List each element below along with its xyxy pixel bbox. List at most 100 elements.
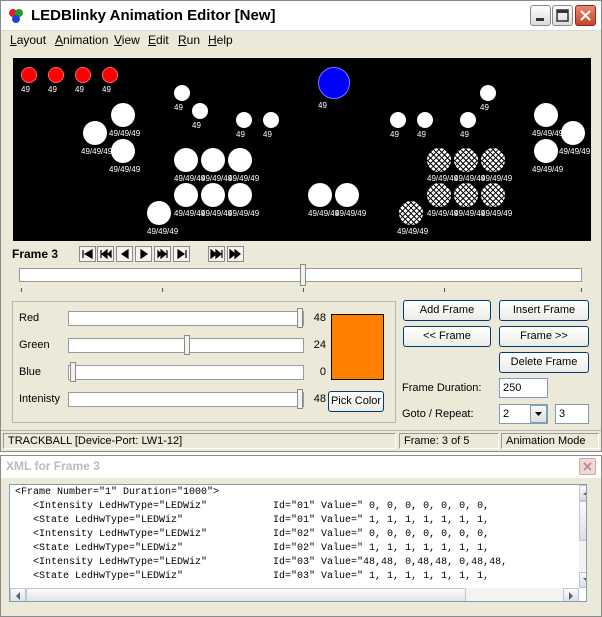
led-unassigned[interactable] (481, 183, 505, 207)
led-white[interactable] (147, 201, 171, 225)
scroll-right-button[interactable] (563, 588, 579, 601)
led-unassigned[interactable] (454, 148, 478, 172)
led-red[interactable] (21, 67, 37, 83)
menu-accelerator: V (114, 33, 122, 47)
timeline-tick (581, 288, 582, 292)
led-white[interactable] (480, 85, 496, 101)
led-white[interactable] (174, 183, 198, 207)
led-layout-canvas[interactable]: 49 49 49 49 49 49 49 49 49 49/49/49 49/49/49 49/49/… (13, 58, 591, 241)
led-white[interactable] (111, 103, 135, 127)
led-label: 49 (192, 121, 201, 130)
led-white[interactable] (228, 183, 252, 207)
intensity-slider[interactable] (68, 392, 304, 407)
green-slider-thumb[interactable] (184, 335, 190, 355)
led-unassigned[interactable] (427, 183, 451, 207)
led-unassigned[interactable] (481, 148, 505, 172)
blue-slider[interactable] (68, 365, 304, 380)
title-bar[interactable]: LEDBlinky Animation Editor [New] (1, 1, 601, 31)
horizontal-scroll-thumb[interactable] (26, 588, 466, 601)
led-blue[interactable] (318, 67, 350, 99)
led-white[interactable] (263, 112, 279, 128)
insert-frame-button[interactable]: Insert Frame (499, 300, 589, 321)
intensity-slider-thumb[interactable] (297, 389, 303, 409)
led-white[interactable] (201, 183, 225, 207)
led-white[interactable] (83, 121, 107, 145)
next-frame-button[interactable]: Frame >> (499, 326, 589, 347)
led-white[interactable] (174, 148, 198, 172)
led-white[interactable] (201, 148, 225, 172)
menu-help[interactable]: Help (208, 33, 233, 47)
led-label: 49/49/49 (335, 209, 367, 218)
maximize-button[interactable] (552, 5, 573, 26)
led-white[interactable] (174, 85, 190, 101)
led-white[interactable] (390, 112, 406, 128)
menu-view[interactable]: View (114, 33, 140, 47)
vertical-scroll-thumb[interactable] (579, 501, 586, 541)
timeline-tick (444, 288, 445, 292)
led-unassigned[interactable] (399, 201, 423, 225)
chevron-down-icon (535, 412, 542, 416)
xml-close-button[interactable] (579, 458, 596, 475)
next-step-button[interactable] (154, 246, 171, 262)
led-red[interactable] (48, 67, 64, 83)
scroll-left-button[interactable] (10, 588, 26, 601)
menu-run[interactable]: Run (178, 33, 200, 47)
led-white[interactable] (534, 103, 558, 127)
xml-line: <Intensity LedHwType="LEDWiz" Id="02" Va… (15, 529, 490, 540)
led-label: 49 (21, 85, 30, 94)
frame-duration-input[interactable]: 250 (499, 378, 548, 398)
led-white[interactable] (111, 139, 135, 163)
led-unassigned[interactable] (427, 148, 451, 172)
vertical-scrollbar[interactable] (579, 485, 586, 588)
menu-label-rest: un (186, 33, 201, 47)
pick-color-button[interactable]: Pick Color (328, 391, 384, 412)
blue-value: 0 (319, 366, 326, 378)
led-label: 49 (174, 103, 183, 112)
previous-frame-button[interactable]: << Frame (403, 326, 491, 347)
led-white[interactable] (460, 112, 476, 128)
horizontal-scrollbar[interactable] (10, 588, 579, 601)
frame-timeline-thumb[interactable] (300, 264, 306, 286)
repeat-count-input[interactable]: 3 (555, 404, 589, 424)
led-white[interactable] (561, 121, 585, 145)
skip-forward-button[interactable] (227, 246, 244, 262)
red-slider[interactable] (68, 311, 304, 326)
menu-accelerator: R (178, 33, 187, 47)
xml-title-bar[interactable]: XML for Frame 3 (1, 456, 601, 478)
xml-text-area[interactable]: <State LedHwType="LEDWiz" Id="03" Value=… (9, 484, 587, 602)
prev-step-button[interactable] (97, 246, 114, 262)
last-frame-button[interactable] (173, 246, 190, 262)
scroll-down-button[interactable] (579, 572, 586, 588)
led-unassigned[interactable] (454, 183, 478, 207)
led-white[interactable] (308, 183, 332, 207)
arrow-right-icon (569, 592, 573, 600)
xml-line: <Intensity LedHwType="LEDWiz" Id="03" Va… (15, 557, 508, 568)
led-white[interactable] (417, 112, 433, 128)
close-button[interactable] (575, 5, 596, 26)
led-red[interactable] (75, 67, 91, 83)
blue-slider-thumb[interactable] (70, 362, 76, 382)
next-button[interactable] (135, 246, 152, 262)
led-white[interactable] (236, 112, 252, 128)
led-white[interactable] (335, 183, 359, 207)
goto-dropdown-button[interactable] (530, 405, 547, 423)
led-white[interactable] (192, 103, 208, 119)
add-frame-button[interactable]: Add Frame (403, 300, 491, 321)
menu-edit[interactable]: Edit (148, 33, 169, 47)
led-label: 49 (102, 85, 111, 94)
prev-button[interactable] (116, 246, 133, 262)
window-title: LEDBlinky Animation Editor [New] (31, 7, 276, 24)
menu-animation[interactable]: Animation (55, 33, 108, 47)
menu-layout[interactable]: Layout (10, 33, 46, 47)
status-bar: TRACKBALL [Device-Port: LW1-12] Frame: 3… (1, 430, 601, 450)
first-frame-button[interactable] (79, 246, 96, 262)
scroll-up-button[interactable] (579, 485, 586, 501)
led-white[interactable] (534, 139, 558, 163)
minimize-button[interactable] (530, 5, 551, 26)
red-slider-thumb[interactable] (297, 308, 303, 328)
fast-forward-button[interactable] (208, 246, 225, 262)
led-white[interactable] (228, 148, 252, 172)
delete-frame-button[interactable]: Delete Frame (499, 352, 589, 373)
led-red[interactable] (102, 67, 118, 83)
menu-accelerator: H (208, 33, 217, 47)
